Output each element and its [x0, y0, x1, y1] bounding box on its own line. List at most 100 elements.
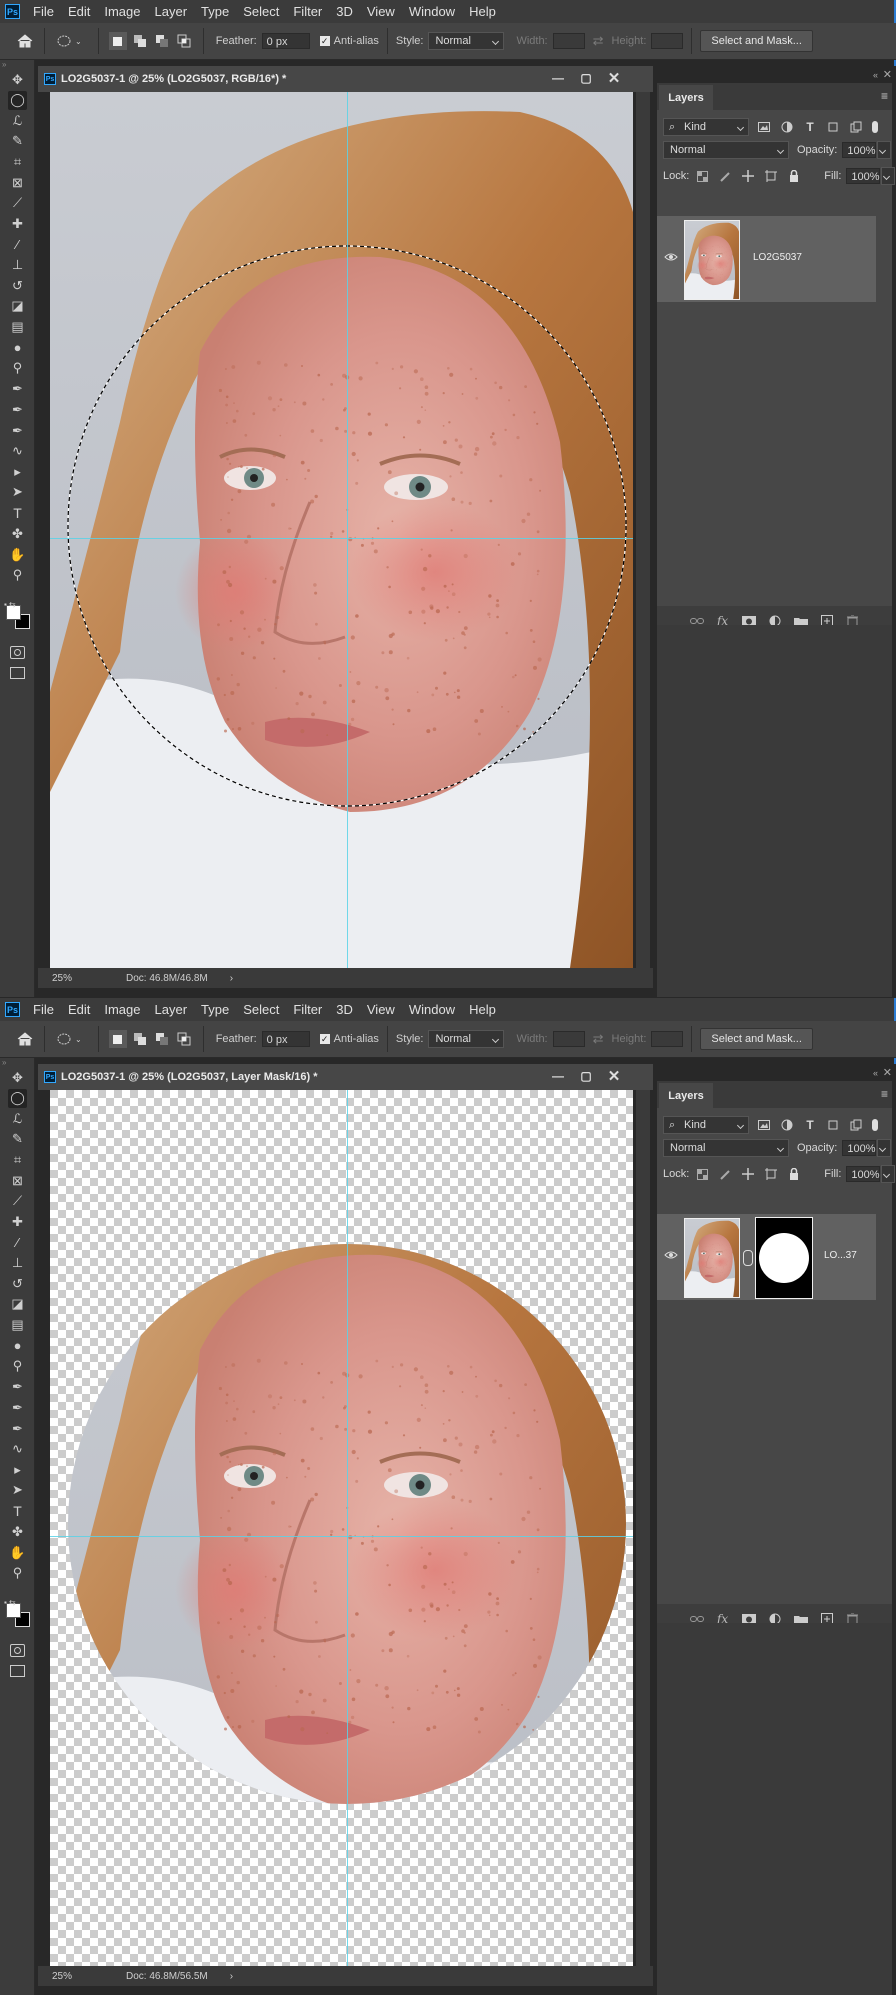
menu-file[interactable]: File	[26, 0, 61, 23]
width-input[interactable]	[552, 1031, 585, 1047]
freeform-pen-icon[interactable]: ✒	[8, 1419, 27, 1438]
eye-icon[interactable]	[664, 1250, 678, 1263]
filter-toggle[interactable]	[872, 1119, 878, 1131]
smart-object-filter-icon[interactable]	[849, 1118, 863, 1132]
zoom-icon[interactable]: ⚲	[8, 1564, 27, 1583]
history-brush-icon[interactable]: ↺	[8, 1274, 27, 1293]
brush-icon[interactable]: ∕	[8, 1233, 27, 1252]
menu-view[interactable]: View	[360, 998, 402, 1021]
layer-row[interactable]: LO...37	[657, 1214, 876, 1300]
lock-artboard-icon[interactable]	[764, 169, 778, 183]
quick-mask-icon[interactable]	[10, 1644, 25, 1657]
swap-icon[interactable]: ⇄	[593, 1031, 604, 1047]
layer-name[interactable]: LO...37	[824, 1250, 857, 1261]
healing-brush-icon[interactable]: ✚	[8, 214, 27, 233]
menu-edit[interactable]: Edit	[61, 998, 97, 1021]
shape-filter-icon[interactable]	[826, 1118, 840, 1132]
panel-menu-icon[interactable]: ≡	[881, 89, 888, 103]
marquee-preset-icon[interactable]	[55, 32, 73, 50]
close-panel-icon[interactable]: ✕	[883, 1066, 892, 1079]
opacity-input[interactable]: 100%	[842, 1140, 877, 1156]
dodge-icon[interactable]: ⚲	[8, 359, 27, 378]
collapse-icon[interactable]: »	[2, 1058, 32, 1067]
feather-input[interactable]: 0 px	[261, 33, 310, 49]
menu-type[interactable]: Type	[194, 0, 236, 23]
eye-icon[interactable]	[664, 252, 678, 265]
swap-colors-icon[interactable]: ▪ ⇆	[4, 600, 16, 609]
guide-vertical[interactable]	[347, 92, 348, 968]
lock-position-icon[interactable]	[741, 169, 755, 183]
quick-selection-icon[interactable]: ✎	[8, 1130, 27, 1149]
menu-3d[interactable]: 3D	[329, 0, 360, 23]
menu-layer[interactable]: Layer	[148, 0, 195, 23]
intersect-selection-icon[interactable]	[175, 32, 193, 50]
dodge-icon[interactable]: ⚲	[8, 1357, 27, 1376]
menu-layer[interactable]: Layer	[148, 998, 195, 1021]
menu-3d[interactable]: 3D	[329, 998, 360, 1021]
type-filter-icon[interactable]: T	[803, 120, 817, 134]
image-canvas[interactable]	[50, 1090, 633, 1966]
layer-thumbnail[interactable]	[684, 1218, 740, 1298]
subtract-selection-icon[interactable]	[153, 1030, 171, 1048]
healing-brush-icon[interactable]: ✚	[8, 1212, 27, 1231]
hand-icon[interactable]: ✋	[8, 545, 27, 564]
guide-vertical[interactable]	[347, 1090, 348, 1966]
color-swatches[interactable]	[6, 1603, 32, 1631]
width-input[interactable]	[552, 33, 585, 49]
select-and-mask-button[interactable]: Select and Mask...	[700, 1028, 813, 1050]
chevron-down-icon[interactable]: ⌄	[75, 37, 82, 46]
path-selection-icon[interactable]: ▸	[8, 1460, 27, 1479]
crop-icon[interactable]: ⌗	[8, 152, 27, 171]
zoom-level[interactable]: 25%	[38, 1971, 94, 1982]
maximize-icon[interactable]: ▢	[579, 1069, 593, 1083]
marquee-preset-icon[interactable]	[55, 1030, 73, 1048]
type-icon[interactable]: T	[8, 504, 27, 523]
new-selection-icon[interactable]	[108, 1030, 127, 1048]
adjustment-filter-icon[interactable]	[780, 120, 794, 134]
add-selection-icon[interactable]	[131, 32, 149, 50]
blur-icon[interactable]: ●	[8, 1336, 27, 1355]
elliptical-marquee-icon[interactable]: ◯	[8, 90, 27, 110]
status-arrow-icon[interactable]: ›	[230, 973, 233, 984]
pen-icon[interactable]: ✒	[8, 380, 27, 399]
frame-icon[interactable]: ⊠	[8, 1171, 27, 1190]
direct-selection-icon[interactable]: ➤	[8, 483, 27, 502]
pen-icon[interactable]: ✒	[8, 1378, 27, 1397]
fill-input[interactable]: 100%	[846, 168, 881, 184]
feather-input[interactable]: 0 px	[261, 1031, 310, 1047]
add-selection-icon[interactable]	[131, 1030, 149, 1048]
lock-pixels-icon[interactable]	[718, 169, 732, 183]
home-icon[interactable]	[14, 1028, 36, 1050]
minimize-icon[interactable]: —	[551, 71, 565, 85]
filter-kind-select[interactable]: ⌕ Kind	[663, 1116, 749, 1134]
quick-selection-icon[interactable]: ✎	[8, 132, 27, 151]
menu-type[interactable]: Type	[194, 998, 236, 1021]
menu-window[interactable]: Window	[402, 0, 462, 23]
type-on-path-icon[interactable]: ✒	[8, 1398, 27, 1417]
status-arrow-icon[interactable]: ›	[230, 1971, 233, 1982]
gradient-icon[interactable]: ▤	[8, 1316, 27, 1335]
collapse-icon[interactable]: »	[2, 60, 32, 69]
height-input[interactable]	[651, 1031, 684, 1047]
adjustment-filter-icon[interactable]	[780, 1118, 794, 1132]
close-icon[interactable]: ✕	[607, 1068, 621, 1085]
screen-mode-icon[interactable]	[10, 1665, 25, 1677]
swap-icon[interactable]: ⇄	[593, 33, 604, 49]
screen-mode-icon[interactable]	[10, 667, 25, 679]
tab-layers[interactable]: Layers	[659, 85, 713, 110]
home-icon[interactable]	[14, 30, 36, 52]
subtract-selection-icon[interactable]	[153, 32, 171, 50]
layer-mask-thumbnail[interactable]	[755, 1217, 813, 1299]
clone-stamp-icon[interactable]: ⊥	[8, 255, 27, 274]
menu-filter[interactable]: Filter	[286, 0, 329, 23]
history-brush-icon[interactable]: ↺	[8, 276, 27, 295]
mask-link-icon[interactable]	[743, 1250, 753, 1266]
menu-image[interactable]: Image	[97, 998, 147, 1021]
eraser-icon[interactable]: ◪	[8, 297, 27, 316]
opacity-slider-toggle[interactable]	[877, 1139, 892, 1157]
collapse-panels-icon[interactable]: «	[873, 70, 878, 80]
document-tab[interactable]: Ps LO2G5037-1 @ 25% (LO2G5037, Layer Mas…	[38, 1064, 653, 1090]
lasso-icon[interactable]: ℒ	[8, 111, 27, 130]
menu-filter[interactable]: Filter	[286, 998, 329, 1021]
chevron-down-icon[interactable]: ⌄	[75, 1035, 82, 1044]
